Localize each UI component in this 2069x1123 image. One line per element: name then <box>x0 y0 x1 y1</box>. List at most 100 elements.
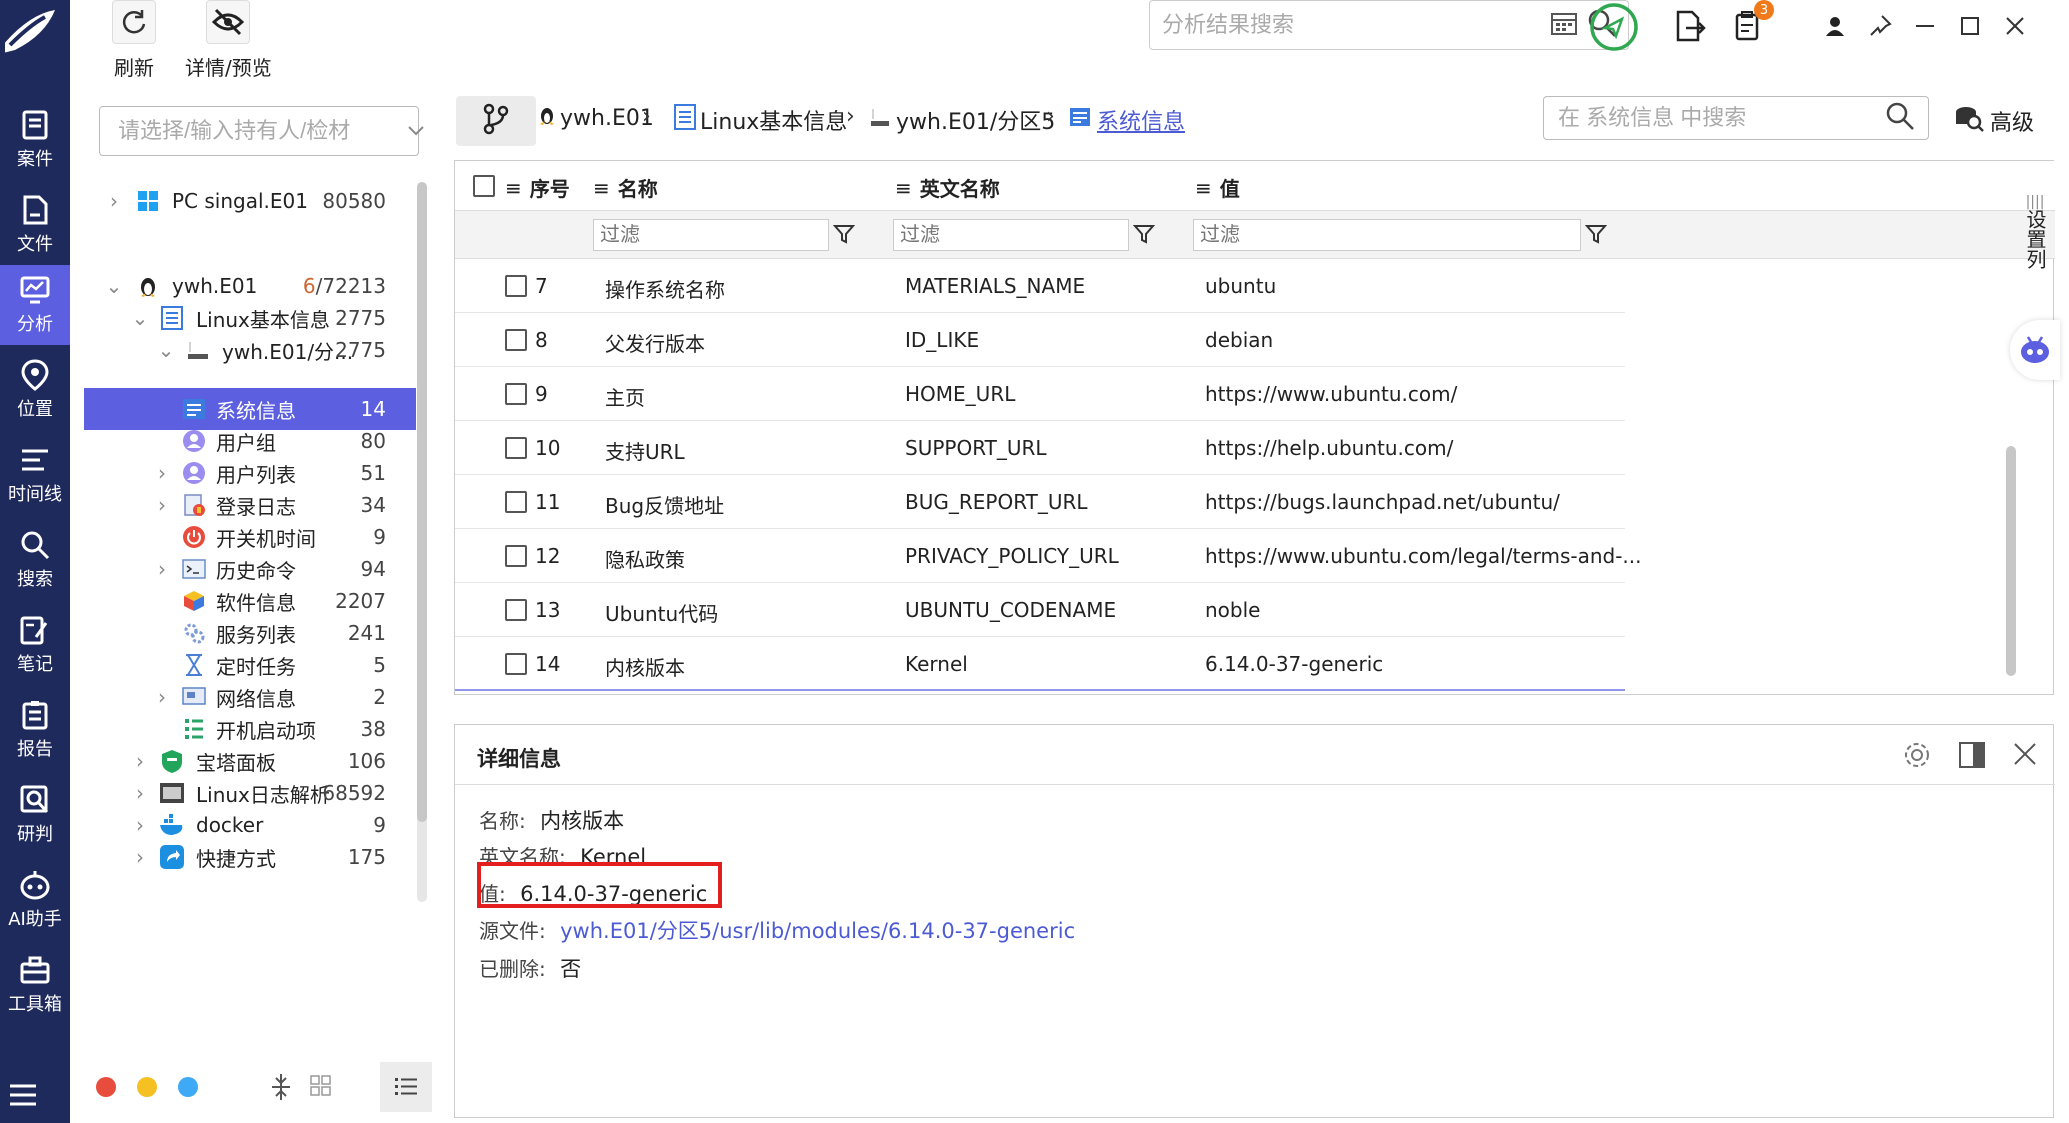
breadcrumb-item-partition[interactable]: ywh.E01/分区5 <box>870 104 1055 136</box>
table-row-selected[interactable]: 14 内核版本 Kernel 6.14.0-37-generic <box>455 637 1625 691</box>
en-name-filter-input[interactable] <box>893 219 1129 251</box>
chevron-down-icon[interactable] <box>406 119 426 143</box>
advanced-search-button[interactable]: 高级 <box>1954 104 2034 138</box>
grid-view-icon[interactable] <box>309 1074 333 1103</box>
nav-note[interactable]: 笔记 <box>0 605 70 685</box>
blue-dot-icon[interactable] <box>178 1077 198 1097</box>
breadcrumb-item-linux-basic[interactable]: Linux基本信息 <box>674 104 847 136</box>
row-checkbox[interactable] <box>505 275 527 297</box>
nav-report[interactable]: 报告 <box>0 690 70 770</box>
branch-button[interactable] <box>456 96 536 146</box>
name-filter-input[interactable] <box>593 219 829 251</box>
nav-toolbox[interactable]: 工具箱 <box>0 945 70 1025</box>
cell-no: 9 <box>535 382 548 406</box>
chevron-right-icon[interactable]: › <box>130 845 150 869</box>
column-menu-icon[interactable]: ≡ <box>593 176 610 200</box>
detail-preview-button[interactable]: 详情/预览 <box>185 0 272 81</box>
nav-judge[interactable]: 研判 <box>0 775 70 855</box>
export-icon[interactable] <box>1670 6 1710 46</box>
chevron-down-icon[interactable]: ⌄ <box>104 274 124 298</box>
chevron-down-icon[interactable]: ⌄ <box>130 306 150 330</box>
cell-value: https://www.ubuntu.com/ <box>1205 382 1458 406</box>
breadcrumb-item-system-info[interactable]: 系统信息 <box>1069 104 1185 136</box>
row-checkbox[interactable] <box>505 329 527 351</box>
column-menu-icon[interactable]: ≡ <box>895 176 912 200</box>
row-checkbox[interactable] <box>505 653 527 675</box>
table-row[interactable]: 9 主页 HOME_URL https://www.ubuntu.com/ <box>455 367 1625 421</box>
settings-gear-icon[interactable] <box>1903 741 1931 774</box>
refresh-button[interactable]: 刷新 <box>112 0 156 81</box>
chevron-down-icon[interactable]: ⌄ <box>156 338 176 362</box>
chevron-right-icon[interactable]: › <box>152 557 172 581</box>
chevron-right-icon[interactable]: › <box>152 685 172 709</box>
holder-select-input[interactable] <box>118 118 406 144</box>
breadcrumb-item-ywh[interactable]: ywh.E01 <box>538 104 654 132</box>
chevron-right-icon[interactable]: › <box>130 781 150 805</box>
nav-case[interactable]: 案件 <box>0 100 70 180</box>
table-search-input[interactable] <box>1558 105 1886 131</box>
column-header-value[interactable]: ≡ 值 <box>1195 173 1240 202</box>
detail-source-link[interactable]: ywh.E01/分区5/usr/lib/modules/6.14.0-37-ge… <box>560 919 1075 943</box>
holder-select[interactable] <box>99 106 424 156</box>
yellow-dot-icon[interactable] <box>137 1077 157 1097</box>
set-columns-button[interactable]: |||| 设置列 <box>2020 195 2050 269</box>
table-row[interactable]: 8 父发行版本 ID_LIKE debian <box>455 313 1625 367</box>
nav-location[interactable]: 位置 <box>0 350 70 430</box>
maximize-icon[interactable] <box>1950 6 1990 46</box>
chevron-right-icon[interactable]: › <box>130 749 150 773</box>
column-header-en-name[interactable]: ≡ 英文名称 <box>895 173 1000 202</box>
column-menu-icon[interactable]: ≡ <box>1195 176 1212 200</box>
menu-icon[interactable] <box>8 1082 38 1113</box>
table-row[interactable]: 12 隐私政策 PRIVACY_POLICY_URL https://www.u… <box>455 529 1642 583</box>
evidence-tree-panel: › PC singal.E01 80580 ⌄ ywh.E01 6/72213 … <box>84 92 434 1122</box>
red-dot-icon[interactable] <box>96 1077 116 1097</box>
breadcrumb-item-linux-basic-label: Linux基本信息 <box>700 110 848 135</box>
row-checkbox[interactable] <box>505 437 527 459</box>
table-row[interactable]: 7 操作系统名称 MATERIALS_NAME ubuntu <box>455 259 1625 313</box>
nav-file[interactable]: 文件 <box>0 185 70 265</box>
tree-scrollbar-thumb[interactable] <box>417 182 427 822</box>
select-all-checkbox[interactable] <box>473 175 495 197</box>
value-filter-input[interactable] <box>1193 219 1581 251</box>
calendar-icon[interactable] <box>1550 10 1578 41</box>
nav-timeline[interactable]: 时间线 <box>0 435 70 515</box>
filter-icon[interactable] <box>1132 223 1157 247</box>
user-icon[interactable] <box>1815 6 1855 46</box>
task-icon[interactable]: 3 <box>1730 0 1774 46</box>
filter-icon[interactable] <box>832 223 857 247</box>
search-icon[interactable] <box>1886 102 1914 135</box>
column-header-no[interactable]: ≡ 序号 <box>505 173 570 202</box>
pin-icon[interactable] <box>1860 6 1900 46</box>
nav-ai-assistant[interactable]: AI助手 <box>0 860 70 940</box>
chevron-right-icon[interactable]: › <box>104 189 124 213</box>
close-icon[interactable] <box>2012 741 2038 772</box>
list-view-icon[interactable] <box>380 1062 432 1112</box>
collapse-all-icon[interactable] <box>269 1072 293 1107</box>
chevron-right-icon[interactable]: › <box>130 813 150 837</box>
case-icon <box>19 109 51 141</box>
minimize-icon[interactable] <box>1905 6 1945 46</box>
chevron-right-icon[interactable]: › <box>152 493 172 517</box>
row-checkbox[interactable] <box>505 491 527 513</box>
table-row[interactable]: 10 支持URL SUPPORT_URL https://help.ubuntu… <box>455 421 1625 475</box>
row-checkbox[interactable] <box>505 599 527 621</box>
nav-search[interactable]: 搜索 <box>0 520 70 600</box>
analysis-search-input[interactable] <box>1162 12 1550 38</box>
column-header-name[interactable]: ≡ 名称 <box>593 173 658 202</box>
close-icon[interactable] <box>1995 6 2035 46</box>
chevron-right-icon[interactable]: › <box>152 461 172 485</box>
column-menu-icon[interactable]: ≡ <box>505 176 522 200</box>
table-row[interactable]: 11 Bug反馈地址 BUG_REPORT_URL https://bugs.l… <box>455 475 1625 529</box>
tree-item-partition5[interactable]: ⌄ ywh.E01/分... 2775 <box>84 329 416 371</box>
filter-icon[interactable] <box>1584 223 1609 247</box>
send-icon[interactable] <box>1589 2 1639 52</box>
nav-analysis[interactable]: 分析 <box>0 265 70 345</box>
table-row[interactable]: 13 Ubuntu代码 UBUNTU_CODENAME noble <box>455 583 1625 637</box>
row-checkbox[interactable] <box>505 383 527 405</box>
split-panel-icon[interactable] <box>1958 741 1986 774</box>
cell-name: Bug反馈地址 <box>605 494 725 518</box>
row-checkbox[interactable] <box>505 545 527 567</box>
table-scrollbar-thumb[interactable] <box>2006 446 2016 676</box>
tree-item-pc-singal[interactable]: › PC singal.E01 80580 <box>84 180 416 222</box>
tree-item-shortcut[interactable]: › 快捷方式 175 <box>84 836 416 878</box>
